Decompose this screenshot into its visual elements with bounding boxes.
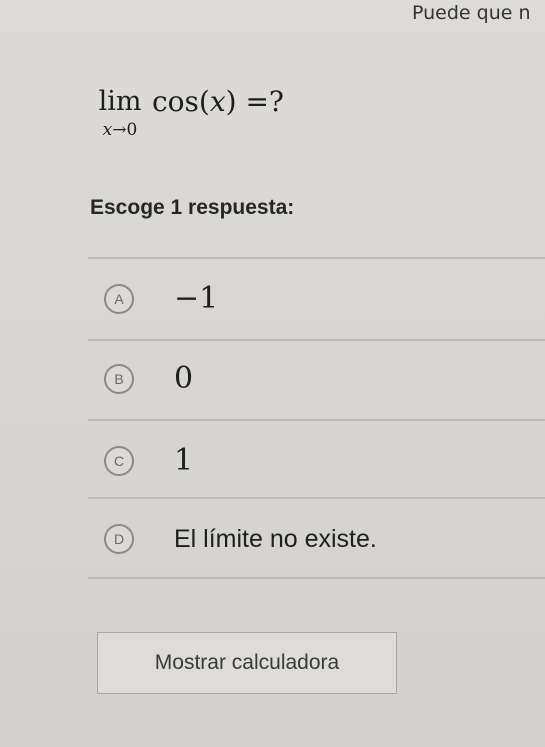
limit-arrow: → xyxy=(112,120,127,140)
answer-option-c[interactable]: C 1 xyxy=(104,442,534,486)
option-a-text: −1 xyxy=(174,281,219,316)
lim-word: lim xyxy=(98,86,142,117)
divider xyxy=(88,257,545,259)
function-name: cos( xyxy=(152,85,210,118)
hint-text: Puede que n xyxy=(412,2,531,24)
option-b-text: 0 xyxy=(174,361,194,396)
limit-subscript: x→0 xyxy=(90,120,150,140)
screen: Puede que n lim x→0 cos(x) =? Escoge 1 r… xyxy=(0,0,545,747)
divider xyxy=(88,497,545,499)
limit-operator: lim x→0 xyxy=(90,86,150,140)
expression-end: ) =? xyxy=(225,85,284,118)
answer-option-b[interactable]: B 0 xyxy=(104,360,534,404)
divider xyxy=(88,419,545,421)
divider xyxy=(88,339,545,341)
divider xyxy=(88,577,545,579)
option-d-radio[interactable]: D xyxy=(104,524,134,554)
limit-variable: x xyxy=(102,120,113,140)
limit-expression: cos(x) =? xyxy=(152,86,284,118)
question-expression: lim x→0 cos(x) =? xyxy=(90,86,390,156)
answer-option-d[interactable]: D El límite no existe. xyxy=(104,520,534,564)
limit-target: 0 xyxy=(126,120,138,140)
answer-option-a[interactable]: A −1 xyxy=(104,280,534,324)
option-b-radio[interactable]: B xyxy=(104,364,134,394)
option-a-radio[interactable]: A xyxy=(104,284,134,314)
option-d-text: El límite no existe. xyxy=(174,525,377,553)
option-c-radio[interactable]: C xyxy=(104,446,134,476)
option-c-text: 1 xyxy=(174,443,194,478)
function-argument: x xyxy=(209,85,226,118)
answer-prompt: Escoge 1 respuesta: xyxy=(90,196,295,219)
show-calculator-button[interactable]: Mostrar calculadora xyxy=(97,632,397,694)
